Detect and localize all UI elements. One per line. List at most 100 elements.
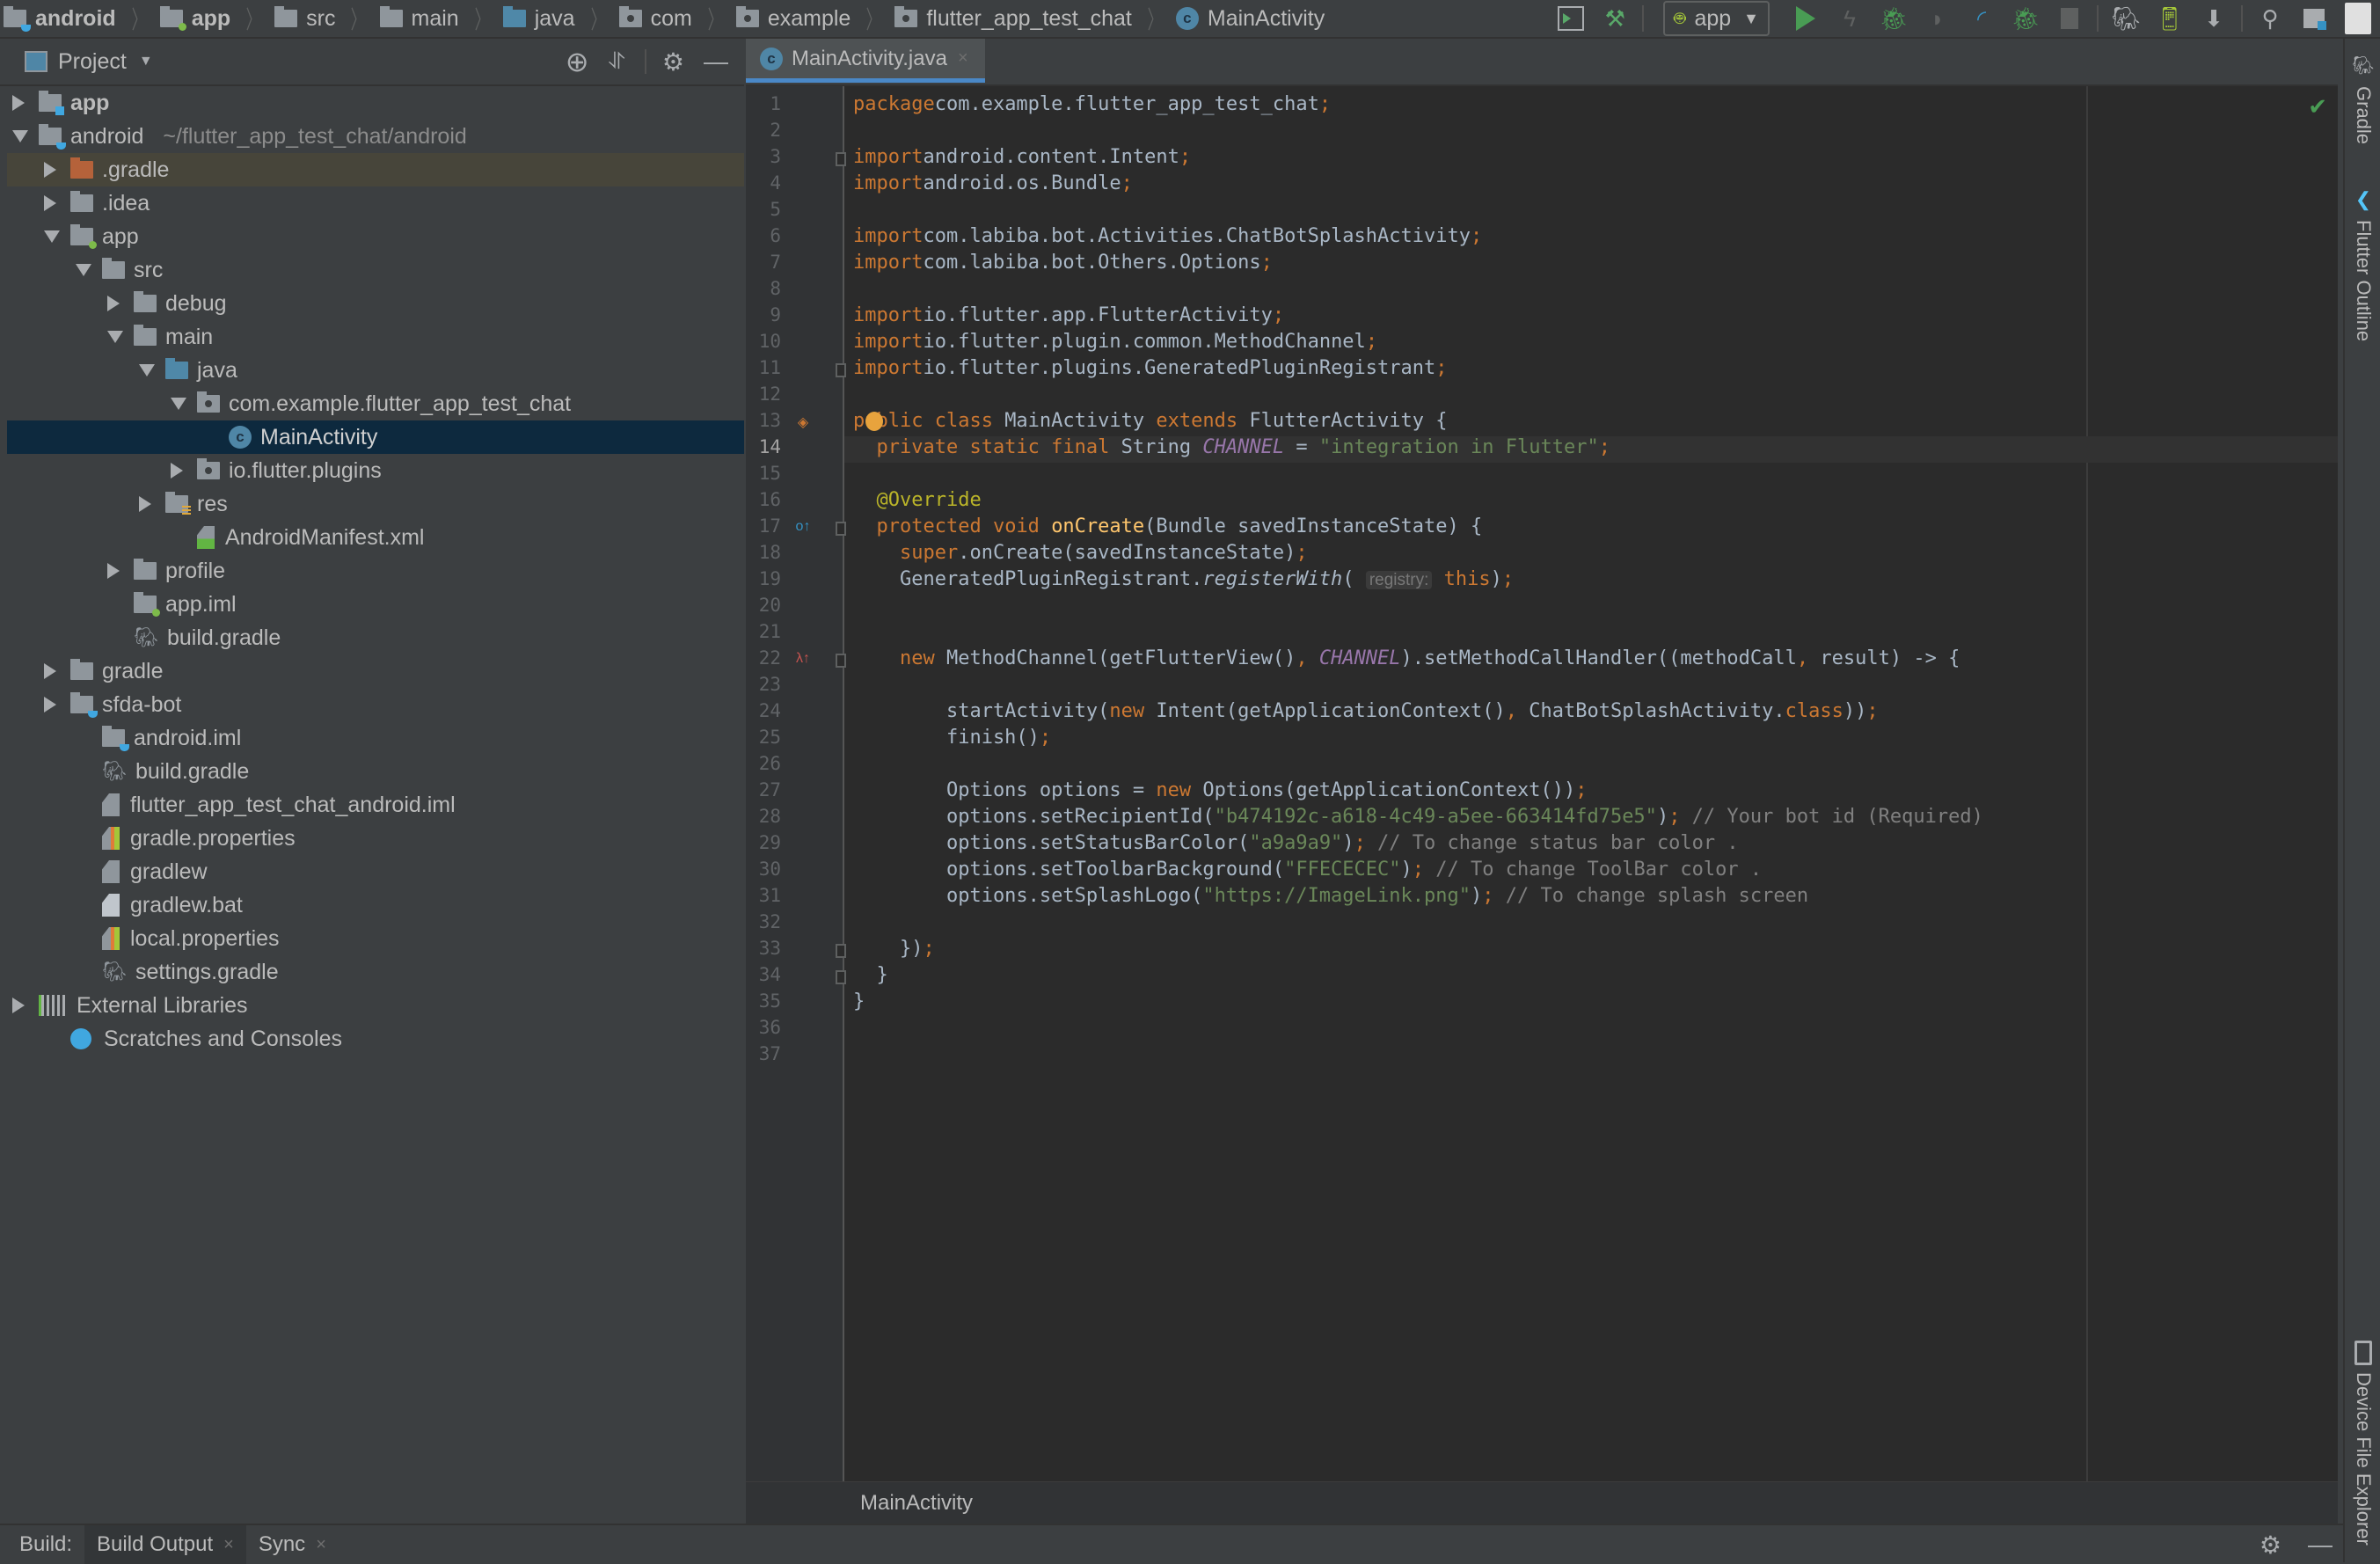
chevron-down-icon[interactable]: [12, 130, 28, 143]
code-editor[interactable]: 1 2 3 4 5 6 7 8 9 10 11 12 13 14 15 16 17 18 19 20 21 22 23 24 2…: [746, 86, 2338, 1481]
tree-item[interactable]: .gradle: [7, 153, 744, 186]
tree-item[interactable]: External Libraries: [7, 989, 744, 1022]
tab-main-activity[interactable]: c MainActivity.java ×: [746, 39, 985, 83]
attach-debugger-icon[interactable]: [1556, 4, 1586, 33]
chevron-down-icon[interactable]: ▼: [139, 54, 153, 69]
tree-item[interactable]: 🐘︎ settings.gradle: [7, 955, 744, 989]
tree-item[interactable]: sfda-bot: [7, 688, 744, 721]
tree-item[interactable]: local.properties: [7, 922, 744, 955]
fold-marker-icon[interactable]: [836, 944, 846, 958]
chevron-right-icon[interactable]: [44, 697, 56, 713]
tree-item[interactable]: c MainActivity: [7, 420, 744, 454]
editor-breadcrumb-item[interactable]: MainActivity: [860, 1491, 973, 1516]
tree-item[interactable]: java: [7, 354, 744, 387]
code-line[interactable]: importio.flutter.plugins.GeneratedPlugin…: [853, 357, 1448, 379]
code-line[interactable]: Options options = new Options(getApplica…: [853, 779, 1588, 801]
tree-item[interactable]: 🐘︎ build.gradle: [7, 621, 744, 654]
code-line[interactable]: packagecom.example.flutter_app_test_chat…: [853, 93, 1331, 115]
apply-changes-icon[interactable]: ϟ: [1835, 4, 1865, 33]
code-line[interactable]: finish();: [853, 727, 1051, 749]
gradle-tool-button[interactable]: 🐘︎ Gradle: [2345, 55, 2380, 144]
project-view-selector[interactable]: Project: [58, 49, 127, 75]
code-line[interactable]: importio.flutter.plugin.common.MethodCha…: [853, 331, 1377, 353]
breadcrumb-item[interactable]: src: [274, 6, 335, 32]
code-line[interactable]: private static final String CHANNEL = "i…: [853, 436, 1610, 458]
breadcrumb-item[interactable]: main: [379, 6, 459, 32]
run-coverage-icon[interactable]: ◗: [1923, 4, 1953, 33]
attach-process-icon[interactable]: 🐞︎: [2011, 4, 2041, 33]
code-line[interactable]: new MethodChannel(getFlutterView(), CHAN…: [853, 647, 1960, 669]
tree-item[interactable]: app.iml: [7, 588, 744, 621]
chevron-right-icon[interactable]: [12, 998, 25, 1013]
code-line[interactable]: public class MainActivity extends Flutte…: [853, 410, 1448, 432]
code-line[interactable]: options.setSplashLogo("https://ImageLink…: [853, 885, 1808, 907]
chevron-down-icon[interactable]: [44, 230, 60, 243]
tree-item[interactable]: Scratches and Consoles: [7, 1022, 744, 1056]
code-line[interactable]: importcom.labiba.bot.Others.Options;: [853, 252, 1273, 274]
code-line[interactable]: GeneratedPluginRegistrant.registerWith( …: [853, 568, 1514, 590]
hide-panel-icon[interactable]: —: [704, 48, 728, 76]
code-line[interactable]: protected void onCreate(Bundle savedInst…: [853, 515, 1483, 537]
gear-icon[interactable]: ⚙: [2260, 1531, 2281, 1560]
sdk-manager-icon[interactable]: ⬇: [2199, 4, 2229, 33]
implemented-icon[interactable]: ◈: [795, 413, 811, 431]
tree-item[interactable]: com.example.flutter_app_test_chat: [7, 387, 744, 420]
tree-item[interactable]: profile: [7, 554, 744, 588]
chevron-right-icon[interactable]: [107, 563, 120, 579]
code-line[interactable]: }: [853, 964, 887, 986]
code-line[interactable]: }: [853, 990, 865, 1012]
tree-item[interactable]: app: [7, 86, 744, 120]
sync-gradle-icon[interactable]: 🐘︎: [2111, 4, 2141, 33]
debug-icon[interactable]: 🐞︎: [1879, 4, 1909, 33]
chevron-right-icon[interactable]: [12, 95, 25, 111]
tree-item[interactable]: debug: [7, 287, 744, 320]
hide-panel-icon[interactable]: —: [2308, 1531, 2333, 1559]
fold-marker-icon[interactable]: [836, 363, 846, 377]
collapse-all-icon[interactable]: ⥯: [609, 48, 625, 76]
fold-marker-icon[interactable]: [836, 654, 846, 668]
chevron-right-icon[interactable]: [44, 162, 56, 178]
code-line[interactable]: startActivity(new Intent(getApplicationC…: [853, 700, 1879, 722]
device-file-explorer-tool-button[interactable]: Device File Explorer: [2345, 1341, 2380, 1546]
chevron-down-icon[interactable]: [139, 364, 155, 376]
tab-sync[interactable]: Sync ×: [246, 1525, 339, 1564]
avd-manager-icon[interactable]: 📱︎: [2155, 4, 2185, 33]
search-icon[interactable]: ⚲: [2255, 4, 2285, 33]
code-line[interactable]: options.setToolbarBackground("FFECECEC")…: [853, 859, 1762, 881]
tree-item[interactable]: res: [7, 487, 744, 521]
tree-item[interactable]: app: [7, 220, 744, 253]
profile-icon[interactable]: ◜: [1967, 4, 1997, 33]
code-line[interactable]: @Override: [853, 489, 982, 511]
override-method-icon[interactable]: o↑: [795, 519, 811, 537]
tree-item[interactable]: android ~/flutter_app_test_chat/android: [7, 120, 744, 153]
breadcrumb-item[interactable]: example: [735, 6, 851, 32]
tree-item[interactable]: .idea: [7, 186, 744, 220]
project-structure-icon[interactable]: [2299, 4, 2329, 33]
run-icon[interactable]: [1791, 4, 1821, 33]
tree-item[interactable]: android.iml: [7, 721, 744, 755]
lambda-icon[interactable]: λ↑: [795, 651, 811, 669]
chevron-right-icon[interactable]: [44, 663, 56, 679]
close-icon[interactable]: ×: [223, 1535, 234, 1555]
code-line[interactable]: options.setStatusBarColor("a9a9a9"); // …: [853, 832, 1739, 854]
chevron-right-icon[interactable]: [44, 195, 56, 211]
tree-item[interactable]: gradle.properties: [7, 822, 744, 855]
code-line[interactable]: options.setRecipientId("b474192c-a618-4c…: [853, 806, 1983, 828]
code-line[interactable]: importio.flutter.app.FlutterActivity;: [853, 304, 1284, 326]
breadcrumb-item[interactable]: app: [159, 6, 230, 32]
code-line[interactable]: importandroid.content.Intent;: [853, 146, 1191, 168]
fold-marker-icon[interactable]: [836, 152, 846, 166]
tree-item[interactable]: flutter_app_test_chat_android.iml: [7, 788, 744, 822]
fold-marker-icon[interactable]: [836, 522, 846, 536]
intention-bulb-icon[interactable]: [865, 412, 883, 431]
tree-item[interactable]: gradlew.bat: [7, 888, 744, 922]
fold-marker-icon[interactable]: [836, 970, 846, 984]
chevron-down-icon[interactable]: [107, 331, 123, 343]
tree-item[interactable]: io.flutter.plugins: [7, 454, 744, 487]
chevron-down-icon[interactable]: [171, 398, 186, 410]
tree-item[interactable]: main: [7, 320, 744, 354]
tree-item[interactable]: gradlew: [7, 855, 744, 888]
chevron-right-icon[interactable]: [139, 496, 151, 512]
breadcrumb-item[interactable]: com: [618, 6, 692, 32]
gear-icon[interactable]: ⚙: [662, 48, 684, 77]
